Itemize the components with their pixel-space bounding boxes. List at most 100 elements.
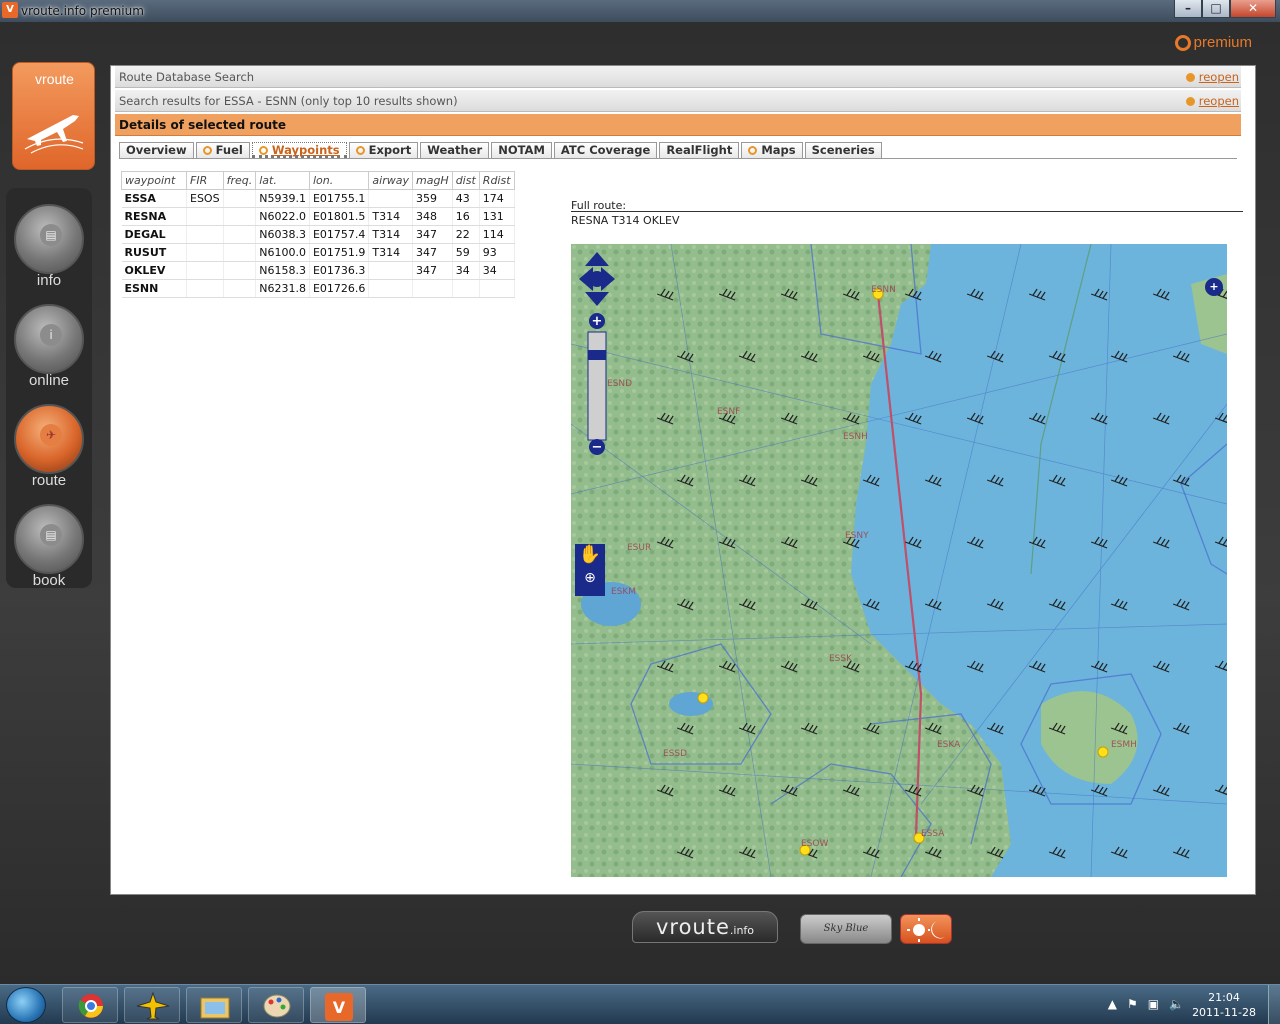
table-cell bbox=[186, 243, 224, 262]
tab-label: Fuel bbox=[215, 143, 243, 157]
table-cell bbox=[223, 279, 257, 298]
tab-export[interactable]: Export bbox=[348, 142, 419, 158]
tab-atc-coverage[interactable]: ATC Coverage bbox=[553, 142, 658, 158]
reopen-link[interactable]: reopen bbox=[1185, 66, 1239, 88]
panel-title: Search results for ESSA - ESNN (only top… bbox=[119, 94, 458, 108]
tab-waypoints[interactable]: Waypoints bbox=[251, 142, 347, 158]
layer-switcher-button[interactable]: + bbox=[1205, 278, 1223, 296]
sidebar-item-book[interactable]: ▤ book bbox=[6, 504, 92, 589]
maximize-button[interactable]: □ bbox=[1202, 0, 1230, 18]
table-row: RUSUT N6100.0 E01751.9 T314 347 59 93 bbox=[121, 243, 515, 262]
info-document-icon: ▤ bbox=[14, 204, 84, 274]
table-cell bbox=[223, 225, 257, 244]
table-cell bbox=[223, 189, 257, 208]
table-cell: 16 bbox=[452, 207, 480, 226]
table-cell bbox=[412, 279, 453, 298]
tab-realflight[interactable]: RealFlight bbox=[659, 142, 740, 158]
table-cell bbox=[186, 261, 224, 280]
tab-weather[interactable]: Weather bbox=[420, 142, 490, 158]
day-night-toggle[interactable] bbox=[900, 914, 952, 944]
sun-icon bbox=[748, 146, 758, 155]
table-cell bbox=[186, 279, 224, 298]
zoom-box-icon[interactable]: ⊕ bbox=[575, 570, 605, 596]
sidebar-item-online[interactable]: i online bbox=[6, 304, 92, 389]
table-cell: 347 bbox=[412, 243, 453, 262]
close-button[interactable]: ✕ bbox=[1230, 0, 1276, 18]
network-icon[interactable]: ▣ bbox=[1148, 997, 1159, 1011]
show-desktop-button[interactable] bbox=[1268, 985, 1280, 1024]
tab-maps[interactable]: Maps bbox=[741, 142, 803, 158]
action-center-flag-icon[interactable]: ⚑ bbox=[1127, 997, 1138, 1011]
table-cell: T314 bbox=[368, 225, 413, 244]
online-info-icon: i bbox=[14, 304, 84, 374]
airport-label: ESSK bbox=[829, 654, 853, 664]
window-controls: – □ ✕ bbox=[1174, 0, 1276, 18]
table-cell: 59 bbox=[452, 243, 480, 262]
sun-icon bbox=[1174, 34, 1191, 51]
table-cell: E01757.4 bbox=[309, 225, 370, 244]
table-cell: N5939.1 bbox=[255, 189, 310, 208]
table-cell: 131 bbox=[479, 207, 515, 226]
logo-text: vroute bbox=[35, 71, 74, 87]
table-row: ESSA ESOS N5939.1 E01755.1 359 43 174 bbox=[121, 189, 515, 208]
tab-label: Waypoints bbox=[271, 143, 340, 157]
sidebar-item-label: info bbox=[36, 272, 62, 289]
tab-fuel[interactable]: Fuel bbox=[195, 142, 250, 158]
route-details-header: Details of selected route bbox=[115, 114, 1241, 136]
table-cell bbox=[223, 243, 257, 262]
sidebar-item-route[interactable]: ✈ route bbox=[6, 404, 92, 489]
search-results-header[interactable]: Search results for ESSA - ESNN (only top… bbox=[115, 90, 1241, 112]
tab-label: ATC Coverage bbox=[560, 143, 651, 157]
airport-label: ESUR bbox=[627, 543, 651, 553]
tab-notam[interactable]: NOTAM bbox=[491, 142, 552, 158]
tab-sceneries[interactable]: Sceneries bbox=[804, 142, 882, 158]
table-cell: 34 bbox=[479, 261, 515, 280]
table-cell: 43 bbox=[452, 189, 480, 208]
reopen-link[interactable]: reopen bbox=[1185, 90, 1239, 112]
table-cell bbox=[452, 279, 480, 298]
sidebar-item-info[interactable]: ▤ info bbox=[6, 204, 92, 289]
explorer-taskbar-icon[interactable] bbox=[186, 987, 242, 1023]
sun-icon bbox=[258, 146, 268, 155]
start-button[interactable] bbox=[6, 987, 46, 1023]
map-zoom-controls[interactable]: + − bbox=[577, 250, 617, 460]
tab-label: Overview bbox=[126, 143, 187, 157]
table-cell: ESOS bbox=[186, 189, 224, 208]
airport-label: ESSD bbox=[663, 749, 687, 759]
window-titlebar: V vroute.info premium – □ ✕ bbox=[0, 0, 1280, 22]
vroute-logo[interactable]: vroute bbox=[12, 62, 95, 170]
paint-taskbar-icon[interactable] bbox=[248, 987, 304, 1023]
table-cell: 348 bbox=[412, 207, 453, 226]
clock-time: 21:04 bbox=[1208, 991, 1240, 1004]
flight-sim-taskbar-icon[interactable] bbox=[124, 987, 180, 1023]
route-db-search-header[interactable]: Route Database Search reopen bbox=[115, 66, 1241, 88]
table-cell: 93 bbox=[479, 243, 515, 262]
airport-label: ESOW bbox=[801, 839, 828, 849]
table-cell bbox=[368, 189, 413, 208]
brand-suffix: .info bbox=[729, 924, 755, 937]
vroute-taskbar-icon[interactable]: V bbox=[310, 987, 366, 1023]
volume-icon[interactable]: 🔈 bbox=[1169, 997, 1184, 1011]
table-cell: T314 bbox=[368, 207, 413, 226]
table-cell bbox=[186, 207, 224, 226]
brand-text: vroute bbox=[655, 915, 730, 939]
vroute-brand-button[interactable]: vroute.info bbox=[632, 911, 778, 943]
waypoints-table: waypoint FIR freq. lat. lon. airway magH dist Rd… bbox=[121, 171, 515, 298]
svg-text:+: + bbox=[592, 314, 603, 329]
pan-hand-icon[interactable]: ✋ bbox=[575, 544, 605, 570]
table-cell: N6231.8 bbox=[255, 279, 310, 298]
clock[interactable]: 21:04 2011-11-28 bbox=[1192, 990, 1256, 1020]
table-row: ESNN N6231.8 E01726.6 bbox=[121, 279, 515, 298]
minimize-button[interactable]: – bbox=[1174, 0, 1202, 18]
table-cell: T314 bbox=[368, 243, 413, 262]
airport-label: ESKA bbox=[937, 740, 961, 750]
divider bbox=[571, 211, 1243, 212]
table-cell bbox=[368, 261, 413, 280]
skyblue-logo[interactable]: Sky Blue bbox=[800, 914, 892, 944]
chrome-taskbar-icon[interactable] bbox=[62, 987, 118, 1023]
table-cell: RESNA bbox=[121, 207, 187, 226]
route-map[interactable]: ESND ESNF ESNH ESNY ESUR ESKM ESSK ESSD ESKA ESSA… bbox=[571, 244, 1227, 877]
tab-overview[interactable]: Overview bbox=[119, 142, 194, 158]
show-hidden-icons-icon[interactable]: ▲ bbox=[1108, 997, 1117, 1011]
column-header: waypoint bbox=[121, 171, 187, 190]
